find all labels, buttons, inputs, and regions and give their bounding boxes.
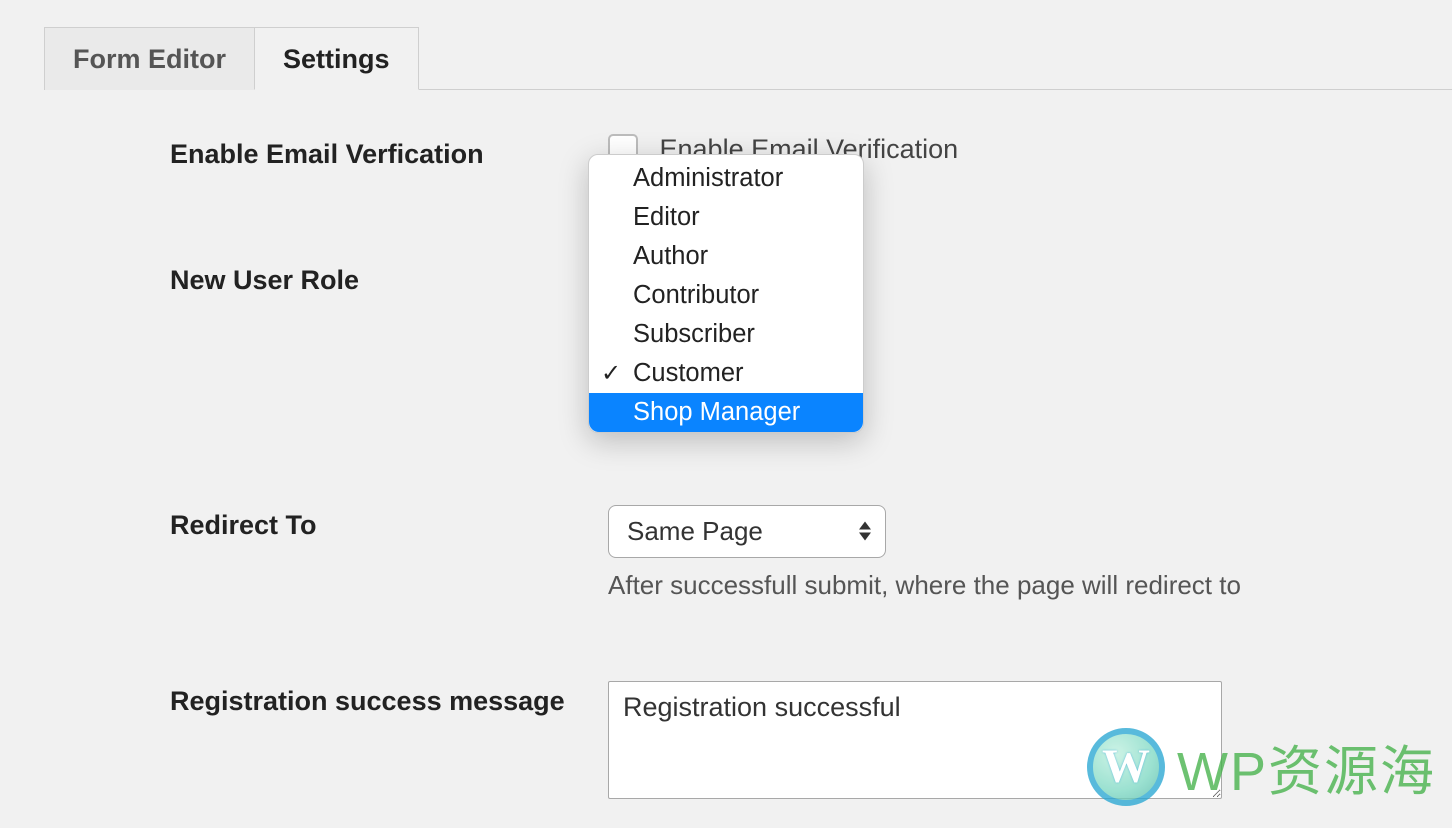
dropdown-item-customer[interactable]: ✓ Customer [589, 354, 863, 393]
row-registration-message: Registration success message [170, 681, 1452, 806]
dropdown-item-editor[interactable]: Editor [589, 198, 863, 237]
dropdown-new-user-role: Administrator Editor Author Contributor … [588, 154, 864, 433]
label-redirect-to: Redirect To [170, 505, 608, 543]
tab-settings[interactable]: Settings [254, 27, 419, 90]
check-icon: ✓ [601, 359, 621, 388]
row-redirect-to: Redirect To Same Page After successfull … [170, 505, 1452, 601]
field-email-verification: Enable Email Verification Administrator … [608, 134, 958, 166]
label-new-user-role: New User Role [170, 260, 608, 298]
select-redirect-to[interactable]: Same Page [608, 505, 886, 558]
settings-form: Enable Email Verfication Enable Email Ve… [170, 134, 1452, 806]
dropdown-item-shop-manager[interactable]: Shop Manager [589, 393, 863, 432]
select-arrows-icon [859, 522, 871, 541]
row-email-verification: Enable Email Verfication Enable Email Ve… [170, 134, 1452, 172]
field-registration-message [608, 681, 1222, 806]
help-redirect-to: After successfull submit, where the page… [608, 570, 1241, 601]
dropdown-item-administrator[interactable]: Administrator [589, 159, 863, 198]
dropdown-item-subscriber[interactable]: Subscriber [589, 315, 863, 354]
dropdown-item-author[interactable]: Author [589, 237, 863, 276]
tabs: Form Editor Settings [44, 26, 1452, 90]
select-value: Same Page [627, 516, 763, 546]
dropdown-item-label: Customer [633, 359, 744, 387]
dropdown-item-contributor[interactable]: Contributor [589, 276, 863, 315]
tab-form-editor[interactable]: Form Editor [44, 27, 254, 90]
label-registration-message: Registration success message [170, 681, 608, 719]
textarea-registration-message[interactable] [608, 681, 1222, 799]
label-email-verification: Enable Email Verfication [170, 134, 608, 172]
field-redirect-to: Same Page After successfull submit, wher… [608, 505, 1241, 601]
